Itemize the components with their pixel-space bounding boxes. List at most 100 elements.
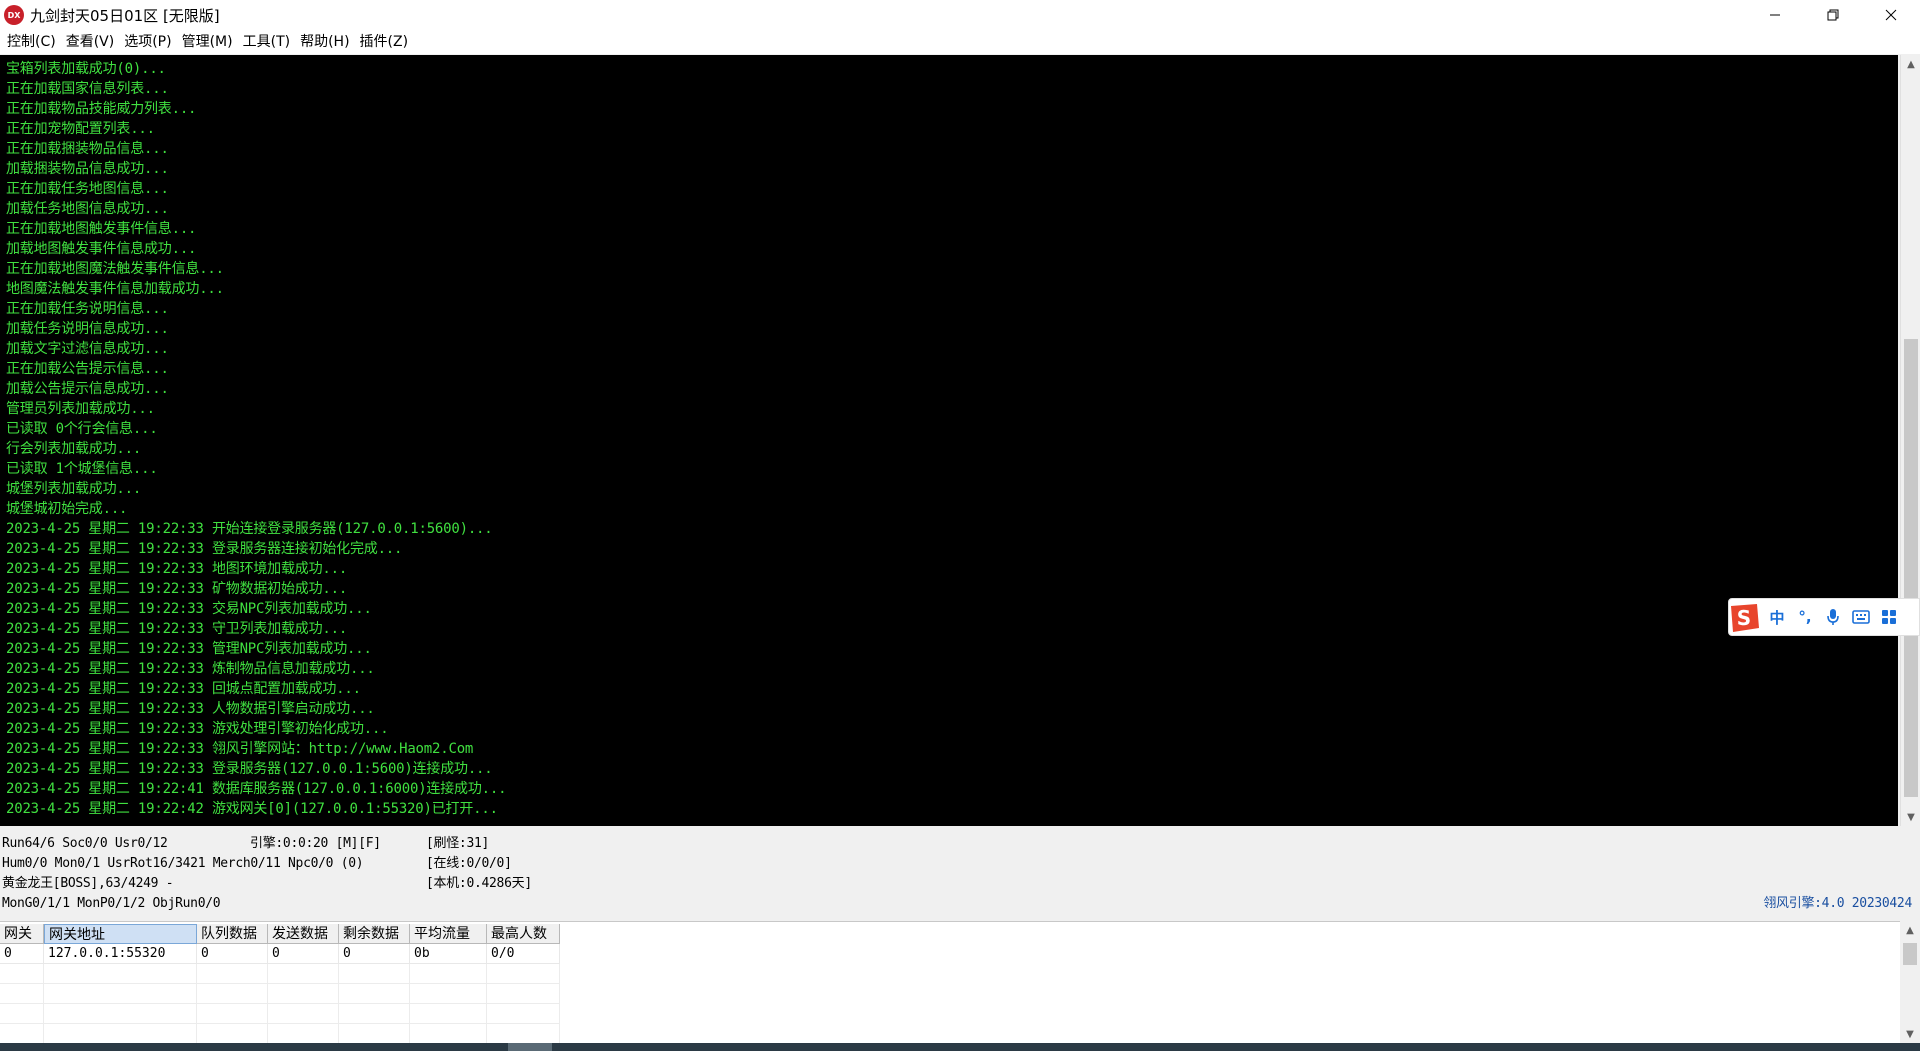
log-line: 管理员列表加载成功... <box>6 401 155 417</box>
log-line: 2023-4-25 星期二 19:22:33 矿物数据初始成功... <box>6 581 348 597</box>
log-line: 加载地图触发事件信息成功... <box>6 241 197 257</box>
empty-cell <box>268 984 339 1004</box>
empty-cell <box>487 1024 560 1044</box>
col-header-queue[interactable]: 队列数据 <box>197 924 268 944</box>
log-line: 2023-4-25 星期二 19:22:33 登录服务器(127.0.0.1:5… <box>6 761 493 777</box>
empty-cell <box>197 1004 268 1024</box>
empty-cell <box>339 964 410 984</box>
sogou-logo-icon[interactable]: S <box>1725 598 1763 636</box>
minimize-button[interactable] <box>1746 0 1804 30</box>
log-line: 正在加载物品技能威力列表... <box>6 101 197 117</box>
empty-cell <box>487 964 560 984</box>
status-panel: Run64/6 Soc0/0 Usr0/12 引擎:0:0:20 [M][F] … <box>0 834 1920 918</box>
col-header-address[interactable]: 网关地址 <box>44 924 197 944</box>
keyboard-icon[interactable] <box>1847 602 1875 632</box>
log-line: 城堡城初始完成... <box>6 501 128 517</box>
horizontal-scrollbar[interactable] <box>0 1043 1920 1051</box>
horizontal-scroll-thumb[interactable] <box>508 1043 552 1051</box>
empty-cell <box>0 964 44 984</box>
empty-cell <box>410 964 487 984</box>
menu-tools[interactable]: 工具(T) <box>238 31 295 53</box>
table-cell: 127.0.0.1:55320 <box>44 944 197 964</box>
menu-options[interactable]: 选项(P) <box>119 31 176 53</box>
ime-chinese-mode[interactable]: 中 <box>1763 602 1791 632</box>
log-line: 地图魔法触发事件信息加载成功... <box>6 281 224 297</box>
log-scrollbar[interactable]: ▲ ▼ <box>1900 55 1920 826</box>
empty-cell <box>268 1024 339 1044</box>
table-cell: 0 <box>0 944 44 964</box>
engine-version: 翎风引擎:4.0 20230424 <box>1763 896 1912 911</box>
col-header-max-users[interactable]: 最高人数 <box>487 924 560 944</box>
col-header-gateway[interactable]: 网关 <box>0 924 44 944</box>
log-line: 行会列表加载成功... <box>6 441 142 457</box>
window-title: 九剑封天05日01区 [无限版] <box>30 6 220 25</box>
log-line: 2023-4-25 星期二 19:22:33 炼制物品信息加载成功... <box>6 661 375 677</box>
log-line: 2023-4-25 星期二 19:22:33 翎风引擎网站：http://www… <box>6 741 474 757</box>
col-header-sent[interactable]: 发送数据 <box>268 924 339 944</box>
menu-control[interactable]: 控制(C) <box>2 31 61 53</box>
log-line: 2023-4-25 星期二 19:22:33 游戏处理引擎初始化成功... <box>6 721 389 737</box>
table-cell: 0 <box>197 944 268 964</box>
log-line: 2023-4-25 星期二 19:22:33 人物数据引擎启动成功... <box>6 701 375 717</box>
scroll-thumb[interactable] <box>1904 339 1918 797</box>
log-console[interactable]: 宝箱列表加载成功(0)... 正在加载国家信息列表... 正在加载物品技能威力列表.… <box>0 55 1898 826</box>
empty-cell <box>410 984 487 1004</box>
log-line: 正在加载任务地图信息... <box>6 181 169 197</box>
toolbox-grid-icon[interactable] <box>1875 602 1903 632</box>
status-run: Run64/6 Soc0/0 Usr0/12 <box>2 836 168 851</box>
microphone-icon[interactable] <box>1819 602 1847 632</box>
table-cell: 0 <box>339 944 410 964</box>
minimize-icon <box>1770 14 1780 16</box>
table-scroll-down-arrow-icon[interactable]: ▼ <box>1900 1025 1920 1043</box>
log-line: 加载任务地图信息成功... <box>6 201 169 217</box>
log-line: 正在加宠物配置列表... <box>6 121 155 137</box>
menu-manage[interactable]: 管理(M) <box>177 31 238 53</box>
col-header-avg-traffic[interactable]: 平均流量 <box>410 924 487 944</box>
scroll-down-arrow-icon[interactable]: ▼ <box>1901 808 1920 826</box>
empty-cell <box>44 984 197 1004</box>
menu-plugins[interactable]: 插件(Z) <box>355 31 414 53</box>
log-line: 加载文字过滤信息成功... <box>6 341 169 357</box>
empty-cell <box>410 1004 487 1024</box>
empty-cell <box>339 1024 410 1044</box>
svg-text:S: S <box>1737 606 1751 630</box>
table-scroll-up-arrow-icon[interactable]: ▲ <box>1900 921 1920 939</box>
status-boss: 黄金龙王[BOSS],63/4249 - <box>2 876 174 891</box>
log-line: 已读取 0个行会信息... <box>6 421 158 437</box>
ime-punctuation[interactable]: °, <box>1791 602 1819 632</box>
close-button[interactable] <box>1862 0 1920 30</box>
log-line: 2023-4-25 星期二 19:22:33 登录服务器连接初始化完成... <box>6 541 403 557</box>
log-line: 正在加载地图触发事件信息... <box>6 221 197 237</box>
status-engine: 引擎:0:0:20 [M][F] <box>250 836 381 851</box>
window-controls <box>1746 0 1920 30</box>
table-scrollbar[interactable]: ▲ ▼ <box>1900 921 1920 1043</box>
log-line: 2023-4-25 星期二 19:22:33 回城点配置加载成功... <box>6 681 361 697</box>
restore-icon <box>1827 9 1839 21</box>
empty-cell <box>410 1024 487 1044</box>
empty-cell <box>0 984 44 1004</box>
log-line: 城堡列表加载成功... <box>6 481 142 497</box>
empty-cell <box>268 1004 339 1024</box>
empty-cell <box>487 1004 560 1024</box>
log-line: 2023-4-25 星期二 19:22:33 交易NPC列表加载成功... <box>6 601 372 617</box>
empty-cell <box>268 964 339 984</box>
gateway-table[interactable]: 网关 网关地址 队列数据 发送数据 剩余数据 平均流量 最高人数 0 127.0.0.1:553… <box>0 921 1920 1044</box>
menu-view[interactable]: 查看(V) <box>61 31 120 53</box>
status-refresh: [刷怪:31] <box>426 836 490 851</box>
log-line: 正在加载国家信息列表... <box>6 81 169 97</box>
empty-cell <box>197 984 268 1004</box>
log-line: 加载捆装物品信息成功... <box>6 161 169 177</box>
status-local: [本机:0.4286天] <box>426 876 532 891</box>
table-scroll-thumb[interactable] <box>1903 943 1917 965</box>
col-header-remaining[interactable]: 剩余数据 <box>339 924 410 944</box>
maximize-button[interactable] <box>1804 0 1862 30</box>
empty-cell <box>0 1004 44 1024</box>
scroll-up-arrow-icon[interactable]: ▲ <box>1901 55 1920 73</box>
title-bar: DX 九剑封天05日01区 [无限版] <box>0 0 1920 30</box>
menu-help[interactable]: 帮助(H) <box>295 31 354 53</box>
empty-cell <box>0 1024 44 1044</box>
table-cell: 0/0 <box>487 944 560 964</box>
empty-cell <box>44 1004 197 1024</box>
empty-cell <box>44 964 197 984</box>
log-line: 正在加载地图魔法触发事件信息... <box>6 261 224 277</box>
